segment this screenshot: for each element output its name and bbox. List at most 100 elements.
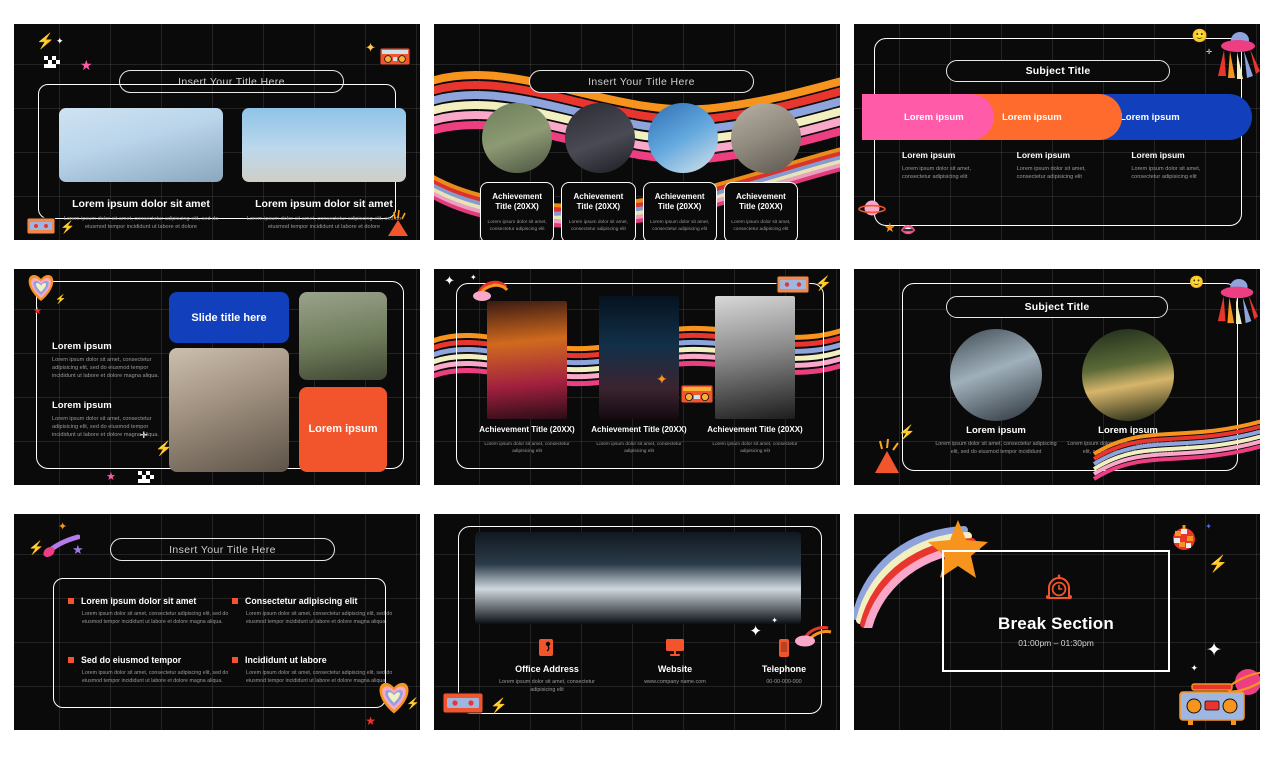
- photo-concert: [487, 301, 567, 419]
- slide-3[interactable]: Subject Title Lorem ipsum Lorem ipsum Lo…: [854, 24, 1260, 240]
- bolt-icon: ⚡: [1208, 556, 1228, 573]
- photo-audience: [475, 532, 801, 624]
- bullet-square-icon: [232, 598, 238, 604]
- process-pill-1[interactable]: Lorem ipsum: [862, 94, 994, 140]
- process-pill-2[interactable]: Lorem ipsum: [972, 94, 1122, 140]
- bullet-item-3: Sed do eiusmod tempor Lorem ipsum dolor …: [68, 655, 234, 685]
- bullet-item-1: Lorem ipsum dolor sit amet Lorem ipsum d…: [68, 596, 234, 626]
- achievement-card[interactable]: Achievement Title (20XX) Lorem ipsum dol…: [480, 182, 555, 240]
- boombox-icon: [1179, 683, 1245, 725]
- disco-ball-icon: [1173, 525, 1195, 550]
- red-star-icon: ★: [365, 714, 376, 728]
- bullet-body: Lorem ipsum dolor sit amet, consectetur …: [82, 670, 229, 684]
- bullet-heading: Lorem ipsum dolor sit amet: [81, 596, 197, 606]
- slide-title-block[interactable]: Slide title here: [169, 292, 289, 343]
- slide-4[interactable]: ⚡ ★ Lorem ipsum Lorem ipsum dolor sit am…: [14, 269, 420, 485]
- shooting-star-icon: [43, 534, 80, 558]
- achievement-title: Achievement Title (20XX): [654, 192, 705, 212]
- achievement-title: Achievement Title (20XX): [591, 425, 687, 434]
- photo-skater-2: [242, 108, 406, 182]
- achievement-body: Lorem ipsum dolor sit amet, consectetur …: [568, 219, 628, 232]
- detail-body: Lorem ipsum dolor sit amet, consectetur …: [1016, 166, 1086, 181]
- achievement-card[interactable]: Achievement Title (20XX) Lorem ipsum dol…: [642, 182, 717, 240]
- bullet-square-icon: [68, 598, 74, 604]
- photo-skater-1: [59, 108, 223, 182]
- text-heading: Lorem ipsum: [52, 341, 112, 352]
- achievement-card[interactable]: Achievement Title (20XX) Lorem ipsum dol…: [723, 182, 798, 240]
- detail-column: Lorem ipsum Lorem ipsum dolor sit amet, …: [1017, 150, 1110, 181]
- achievement-title: Achievement Title (20XX): [707, 425, 803, 434]
- circle-item-1: Lorem ipsum Lorem ipsum dolor sit amet, …: [933, 425, 1059, 457]
- text-block-1: Lorem ipsum Lorem ipsum dolor sit amet, …: [52, 341, 160, 380]
- contact-item-address: Office Address Lorem ipsum dolor sit ame…: [492, 638, 602, 695]
- achievement-body: Lorem ipsum dolor sit amet, consectetur …: [712, 441, 798, 454]
- slide-title-pill[interactable]: Insert Your Title Here: [529, 70, 754, 93]
- detail-columns: Lorem ipsum Lorem ipsum dolor sit amet, …: [902, 150, 1224, 181]
- contact-value: 00-00-000-000: [766, 679, 802, 685]
- detail-heading: Lorem ipsum: [1016, 150, 1071, 160]
- circle-item-2: Lorem ipsum Lorem ipsum dolor sit amet, …: [1065, 425, 1191, 457]
- slide-title-pill[interactable]: Insert Your Title Here: [110, 538, 335, 561]
- bullet-heading: Sed do eiusmod tempor: [81, 655, 182, 665]
- subject-title-pill[interactable]: Subject Title: [946, 60, 1170, 82]
- process-pill-label: Lorem ipsum: [1002, 111, 1062, 123]
- cassette-icon: [26, 217, 56, 235]
- photo-circle-1: [950, 329, 1042, 421]
- volcano-icon: [875, 438, 899, 473]
- achievement-title: Achievement Title (20XX): [573, 192, 624, 212]
- orange-block[interactable]: Lorem ipsum: [299, 387, 387, 472]
- monitor-icon: [666, 639, 684, 656]
- contact-label: Office Address: [515, 664, 579, 674]
- item-heading: Lorem ipsum: [1098, 425, 1158, 436]
- text-body: Lorem ipsum dolor sit amet, consectetur …: [52, 416, 159, 439]
- item-heading: Lorem ipsum: [966, 425, 1026, 436]
- card-body-1: Lorem ipsum dolor sit amet, consectetur …: [63, 216, 219, 231]
- contact-label: Telephone: [761, 664, 807, 674]
- slide-8[interactable]: Office Address Lorem ipsum dolor sit ame…: [434, 514, 840, 730]
- achievement-title: Achievement Title (20XX): [479, 425, 575, 434]
- contact-item-telephone: Telephone 00-00-000-000: [734, 638, 834, 687]
- blue-sparkle-icon: ✦: [1205, 522, 1212, 531]
- contact-value: Lorem ipsum dolor sit amet, consectetur …: [499, 679, 595, 693]
- bullet-heading: Consectetur adipiscing elit: [245, 596, 358, 606]
- detail-body: Lorem ipsum dolor sit amet, consectetur …: [1131, 166, 1201, 181]
- detail-column: Lorem ipsum Lorem ipsum dolor sit amet, …: [902, 150, 995, 181]
- achievement-item: Achievement Title (20XX) Lorem ipsum dol…: [588, 425, 690, 456]
- bullet-square-icon: [232, 657, 238, 663]
- slide-5[interactable]: Achievement Title (20XX) Lorem ipsum dol…: [434, 269, 840, 485]
- detail-heading: Lorem ipsum: [1131, 150, 1185, 160]
- achievement-card[interactable]: Achievement Title (20XX) Lorem ipsum dol…: [561, 182, 636, 240]
- achievement-item: Achievement Title (20XX) Lorem ipsum dol…: [704, 425, 806, 456]
- bullet-body: Lorem ipsum dolor sit amet, consectetur …: [246, 670, 393, 684]
- contact-value: www.company name.com: [644, 679, 706, 685]
- slide-6[interactable]: Subject Title Lorem ipsum Lorem ipsum do…: [854, 269, 1260, 485]
- bullet-item-2: Consectetur adipiscing elit Lorem ipsum …: [232, 596, 398, 626]
- photo-circle-1: [482, 103, 552, 173]
- item-body: Lorem ipsum dolor sit amet, consectetur …: [935, 441, 1057, 455]
- photo-skater-girl: [169, 348, 289, 472]
- achievement-body: Lorem ipsum dolor sit amet, consectetur …: [731, 219, 791, 232]
- slide-9[interactable]: ✦ ⚡ Break Section 01:00pm – 01:30pm ✦ ✦: [854, 514, 1260, 730]
- achievement-body: Lorem ipsum dolor sit amet, consectetur …: [484, 441, 570, 454]
- text-heading: Lorem ipsum: [52, 400, 112, 411]
- slide-deck: ⚡ ✦ ★ ✦ Insert Your Title Here Lorem ips…: [0, 0, 1280, 760]
- orange-sparkle-icon: ✦: [58, 521, 68, 533]
- photo-circle-4: [731, 103, 801, 173]
- bolt-icon: ⚡: [406, 698, 420, 710]
- checkered-flag-icon: [138, 471, 154, 483]
- bolt-icon: ⚡: [28, 540, 45, 555]
- slide-7[interactable]: ✦ ⚡ ★ Insert Your Title Here Lorem ipsum…: [14, 514, 420, 730]
- purple-star-icon: ★: [72, 542, 84, 557]
- plus-sparkle-icon: ✦: [56, 36, 64, 46]
- process-pill-row: Lorem ipsum Lorem ipsum Lorem ipsum: [862, 94, 1252, 140]
- sparkle-icon: ✦: [365, 40, 376, 55]
- achievement-item: Achievement Title (20XX) Lorem ipsum dol…: [476, 425, 578, 456]
- achievement-title: Achievement Title (20XX): [735, 192, 786, 212]
- subject-title-pill[interactable]: Subject Title: [946, 296, 1168, 318]
- break-frame: [942, 550, 1170, 672]
- achievement-body: Lorem ipsum dolor sit amet, consectetur …: [487, 219, 547, 232]
- slide-1[interactable]: ⚡ ✦ ★ ✦ Insert Your Title Here Lorem ips…: [14, 24, 420, 240]
- slide-2[interactable]: Insert Your Title Here Achievement Title…: [434, 24, 840, 240]
- photo-circle-2: [1082, 329, 1174, 421]
- alarm-clock-icon: [1046, 574, 1072, 599]
